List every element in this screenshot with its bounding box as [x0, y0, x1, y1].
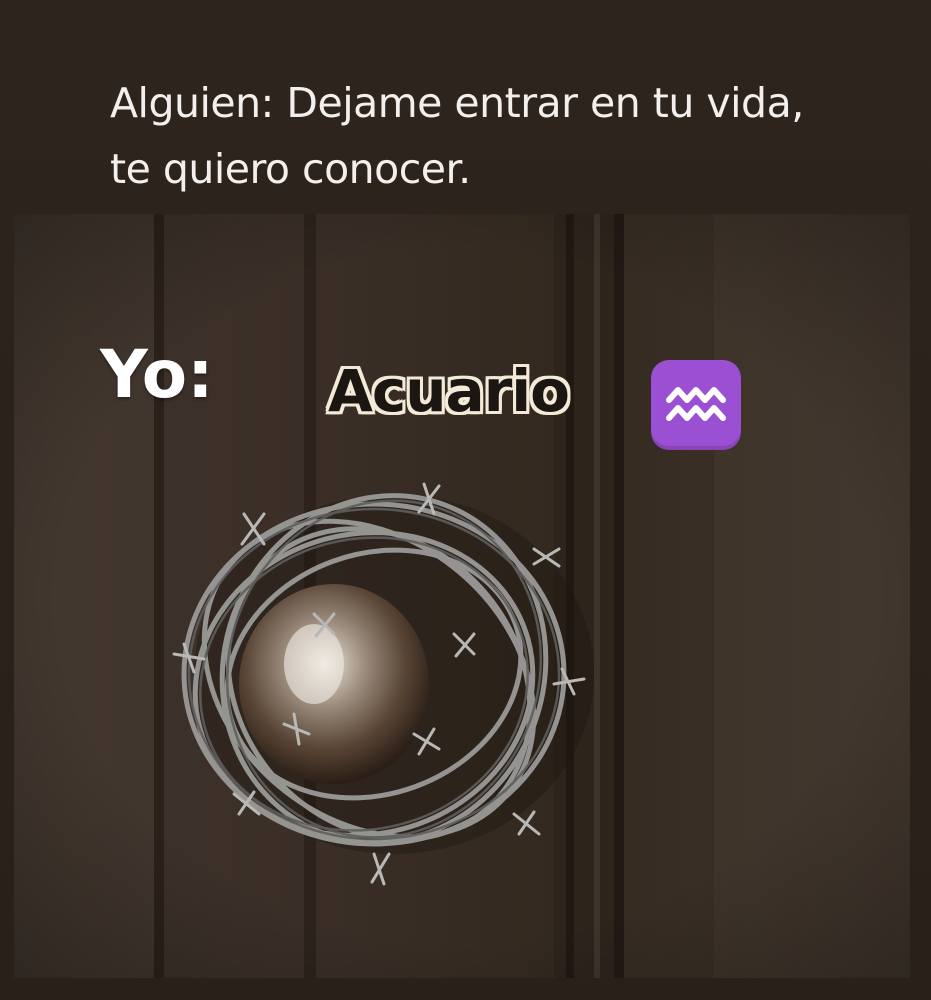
door-knob-photo [14, 214, 910, 978]
meme-canvas: Alguien: Dejame entrar en tu vida, te qu… [0, 0, 931, 1000]
caption-line-2: te quiero conocer. [110, 145, 471, 193]
barbed-wire-doorknob-illustration [14, 214, 910, 978]
caption-text: Alguien: Dejame entrar en tu vida, te qu… [110, 70, 890, 202]
label-me: Yo: [100, 336, 214, 413]
aquarius-icon [651, 360, 741, 450]
caption-line-1: Alguien: Dejame entrar en tu vida, [110, 79, 804, 127]
label-zodiac-sign: Acuario [328, 357, 570, 425]
